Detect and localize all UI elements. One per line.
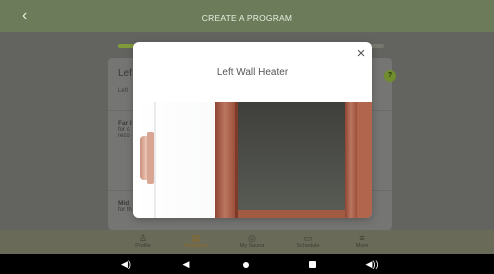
nav-schedule[interactable]: ▭ Schedule [283, 233, 333, 249]
far-label: Far I [118, 120, 132, 127]
nav-label: My Sauna [239, 243, 265, 249]
help-badge[interactable]: ? [384, 70, 396, 82]
far-text-line2: reco [118, 133, 130, 139]
nav-my-sauna[interactable]: ◎ My Sauna [227, 233, 277, 249]
app-bar: ‹ CREATE A PROGRAM [0, 0, 494, 32]
sauna-icon: ◎ [248, 233, 256, 243]
calendar-icon: ▭ [303, 233, 313, 243]
nav-more[interactable]: ≡ More [337, 233, 387, 249]
heater-door-illustration [133, 102, 372, 218]
heater-door-image [133, 102, 372, 218]
page-title: CREATE A PROGRAM [201, 13, 293, 23]
dialog-title: Left Wall Heater [216, 67, 289, 78]
nav-label: Schedule [296, 243, 320, 249]
programs-icon: ▤ [191, 233, 201, 243]
mid-section[interactable]: Mid for th [118, 200, 132, 213]
menu-icon: ≡ [359, 233, 365, 243]
mid-text: for th [118, 207, 132, 213]
mid-label: Mid [118, 200, 130, 207]
nav-label: Profile [135, 243, 151, 249]
volume-up-icon[interactable]: ◀︎)) [362, 257, 382, 271]
heater-dialog: × Left Wall Heater [133, 42, 372, 218]
nav-programs[interactable]: ▤ Programs [171, 233, 221, 249]
card-title: Lef [118, 68, 132, 79]
home-icon[interactable] [236, 257, 256, 271]
card-subtitle: Left [118, 88, 129, 94]
system-nav-bar: ◀︎) ◀ ◀︎)) [0, 254, 494, 274]
nav-label: Programs [184, 243, 208, 249]
far-section[interactable]: Far I for c reco [118, 120, 132, 139]
close-icon[interactable]: × [353, 46, 369, 62]
back-nav-icon[interactable]: ◀ [176, 257, 196, 271]
volume-down-icon[interactable]: ◀︎) [116, 257, 136, 271]
person-icon: ♙ [138, 233, 148, 243]
nav-label: More [355, 243, 369, 249]
recents-icon[interactable] [302, 257, 322, 271]
nav-profile[interactable]: ♙ Profile [118, 233, 168, 249]
bottom-nav: ♙ Profile ▤ Programs ◎ My Sauna ▭ Schedu… [0, 230, 494, 254]
